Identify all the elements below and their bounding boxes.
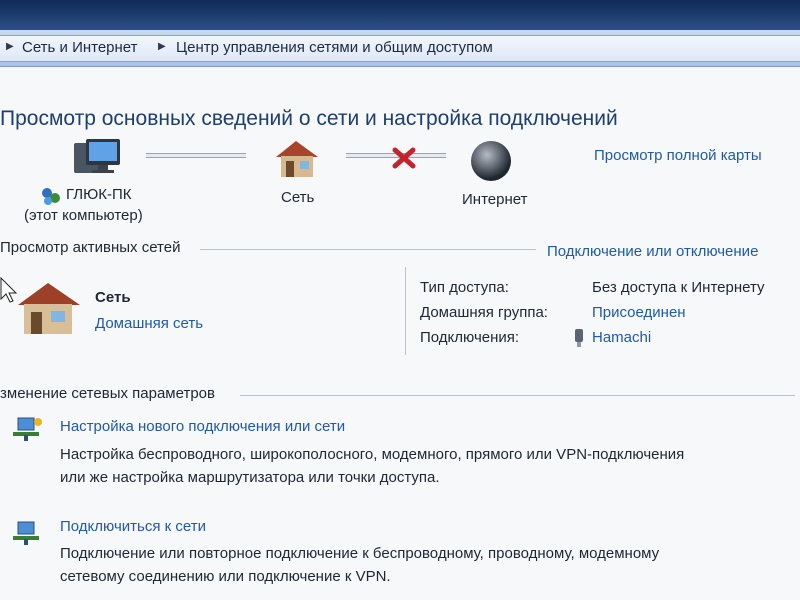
window-title-band [0,0,800,30]
divider [240,395,795,396]
breadcrumb-item-network[interactable]: Сеть и Интернет [22,39,138,56]
new-connection-description-line1: Настройка беспроводного, широкополосного… [60,446,685,463]
access-type-value: Без доступа к Интернету [592,279,765,296]
internet-node-label: Интернет [462,191,528,208]
breadcrumb-arrow-icon[interactable]: ▶ [6,41,14,52]
connect-to-network-description-line2: сетевому соединению или подключение к VP… [60,568,391,585]
change-settings-header: зменение сетевых параметров [0,385,215,402]
network-adapter-icon [575,329,583,347]
connect-to-network-icon [13,521,39,545]
address-bar[interactable]: ▶ Сеть и Интернет ▶ Центр управления сет… [0,30,800,67]
breadcrumb-item-center[interactable]: Центр управления сетями и общим доступом [176,39,493,56]
new-connection-setup-link[interactable]: Настройка нового подключения или сети [60,418,345,435]
page-title: Просмотр основных сведений о сети и наст… [0,107,618,130]
disconnected-x-icon [392,147,416,169]
new-connection-icon [13,417,42,441]
active-network-house-icon [18,283,80,334]
hamachi-connection-link[interactable]: Hamachi [592,329,651,346]
network-type-link[interactable]: Домашняя сеть [95,315,203,332]
active-network-name: Сеть [95,289,131,306]
active-networks-header: Просмотр активных сетей [0,239,181,256]
connections-label: Подключения: [420,329,520,346]
homegroup-icon [42,188,60,205]
access-type-label: Тип доступа: [420,279,509,296]
properties-separator [405,267,406,355]
connect-disconnect-link[interactable]: Подключение или отключение [547,243,758,260]
content-area: Просмотр основных сведений о сети и наст… [0,67,800,600]
internet-globe-icon [471,141,511,181]
connect-to-network-description-line1: Подключение или повторное подключение к … [60,545,660,562]
computer-name: ГЛЮК-ПК [66,186,132,203]
homegroup-joined-link[interactable]: Присоединен [592,304,686,321]
breadcrumb-separator-icon[interactable]: ▶ [158,41,166,52]
home-network-icon [276,141,318,177]
breadcrumb[interactable]: ▶ Сеть и Интернет ▶ Центр управления сет… [0,35,800,62]
view-full-map-link[interactable]: Просмотр полной карты [594,147,762,164]
computer-network-link [146,153,246,158]
connect-to-network-link[interactable]: Подключиться к сети [60,518,206,535]
computer-subtitle: (этот компьютер) [24,207,143,224]
computer-icon [74,139,120,173]
divider [200,249,536,250]
homegroup-label: Домашняя группа: [420,304,548,321]
new-connection-description-line2: или же настройка маршрутизатора или точк… [60,469,440,486]
network-node-label: Сеть [281,189,315,206]
